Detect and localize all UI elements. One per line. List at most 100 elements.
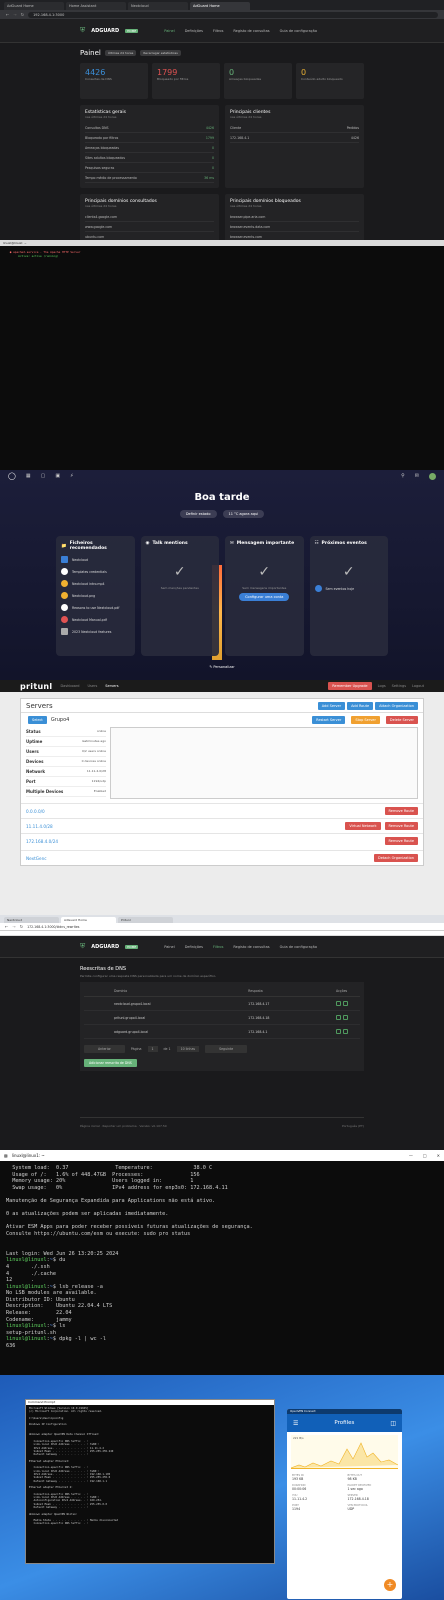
browser-tab[interactable]: Pritunl [118, 917, 173, 923]
empty-message: Sem mensagens importantes [242, 586, 287, 590]
terminal-line: Codename: jammy [6, 1316, 72, 1323]
import-icon[interactable]: ◫ [390, 1420, 396, 1427]
upgrade-button[interactable]: Remember Upgrade [328, 682, 372, 690]
nav-item-setup-guide[interactable]: Guia de configuração [280, 29, 317, 33]
restart-server-button[interactable]: Restart Server [312, 716, 346, 724]
table-row: nextcloud.grupo4.local 172.168.4.17 [84, 997, 360, 1011]
weather-chip[interactable]: 11 °C agora aqui [222, 510, 265, 518]
brand-logo: ADGUARD [91, 943, 120, 950]
add-server-button[interactable]: Add Server [317, 701, 346, 710]
server-name[interactable]: Grupo4 [51, 717, 70, 723]
reload-icon[interactable]: ↻ [21, 12, 24, 17]
nav-item-logs[interactable]: Logs [378, 684, 386, 688]
file-item[interactable]: Reasons to use Nextcloud.pdf [61, 604, 130, 611]
page-input[interactable]: 1 [147, 1046, 158, 1052]
nav-item-query-log[interactable]: Registo de consultas [233, 945, 269, 949]
file-item[interactable]: Nextcloud.png [61, 592, 130, 599]
edit-icon[interactable] [336, 1029, 341, 1034]
attach-organization-button[interactable]: Attach Organization [375, 701, 418, 710]
browser-tab-active[interactable]: AdGuard Home [61, 917, 116, 923]
nextcloud-logo-icon[interactable]: ◯ [8, 472, 16, 480]
activity-icon[interactable]: ⚡ [70, 473, 74, 479]
delete-icon[interactable] [343, 1029, 348, 1034]
remove-route-button[interactable]: Remove Route [384, 837, 418, 845]
period-select[interactable]: Últimas 24 horas [104, 50, 137, 56]
stop-server-button[interactable]: Stop Server [351, 716, 380, 724]
event-item[interactable]: Sem eventos hoje [314, 585, 384, 592]
server-output-log[interactable] [110, 727, 418, 799]
browser-tab-active[interactable]: AdGuard Home [190, 2, 250, 10]
delete-icon[interactable] [343, 1015, 348, 1020]
back-icon[interactable]: ← [6, 12, 9, 17]
file-item[interactable]: Templates credentials [61, 568, 130, 575]
maximize-icon[interactable]: □ [423, 1153, 427, 1158]
set-status-button[interactable]: Definir estado [179, 510, 217, 518]
browser-tab[interactable]: Nextcloud [128, 2, 188, 10]
minimize-icon[interactable]: — [409, 1153, 413, 1158]
add-dns-rewrite-button[interactable]: Adicionar reescrita de DNS [84, 1059, 137, 1067]
file-item[interactable]: Nextcloud intro.mp4 [61, 580, 130, 587]
add-profile-button[interactable]: + [384, 1579, 396, 1591]
nav-item-logout[interactable]: Logout [412, 684, 424, 688]
nav-item-settings[interactable]: Definições [185, 29, 203, 33]
terminal-line: linuxl@linuxl:~$ lsb_release -a [6, 1284, 438, 1291]
stat-value: online [96, 729, 106, 733]
browser-tab[interactable]: AdGuard Home [4, 2, 64, 10]
footer-link-home[interactable]: Página inicial [80, 1124, 100, 1128]
nav-item-settings[interactable]: Definições [185, 945, 203, 949]
address-bar[interactable]: 192.168.4.1:3000 [28, 11, 438, 18]
search-icon[interactable]: ⚲ [401, 473, 405, 479]
nav-item-users[interactable]: Users [87, 684, 97, 688]
forward-icon[interactable]: → [12, 924, 15, 929]
delete-icon[interactable] [343, 1001, 348, 1006]
nav-item-setup-guide[interactable]: Guia de configuração [280, 945, 317, 949]
configure-account-button[interactable]: Configurar uma conta [239, 593, 290, 601]
language-select[interactable]: Português (PT) [342, 1124, 364, 1128]
nav-item-filters[interactable]: Filtros [213, 29, 223, 33]
detach-organization-button[interactable]: Detach Organization [374, 854, 418, 862]
cmd-output[interactable]: Microsoft Windows [Version 10.0.19045] (… [26, 1405, 274, 1528]
files-icon[interactable]: ▢ [41, 473, 46, 479]
file-item[interactable]: Nextcloud Manual.pdf [61, 616, 130, 623]
nav-item-dashboard[interactable]: Dashboard [60, 684, 79, 688]
file-item[interactable]: 2023 Nextcloud features [61, 628, 130, 635]
edit-icon[interactable] [336, 1001, 341, 1006]
avatar[interactable] [429, 472, 436, 480]
terminal-output[interactable]: System load: 0.37 Temperature: 38.0 C Us… [0, 1161, 444, 1354]
back-icon[interactable]: ← [5, 924, 8, 929]
photos-icon[interactable]: ▣ [55, 473, 60, 479]
file-item[interactable]: Nextcloud [61, 556, 130, 563]
browser-tab[interactable]: Home Assistant [66, 2, 126, 10]
close-icon[interactable]: ✕ [437, 1153, 440, 1158]
reload-icon[interactable]: ↻ [20, 924, 23, 929]
column-header[interactable]: Domínio [84, 989, 228, 993]
nav-item-settings[interactable]: Settings [392, 684, 406, 688]
column-header[interactable]: Resposta [228, 989, 336, 993]
client-ip[interactable]: 172.168.4.1 [230, 136, 249, 140]
previous-page-button[interactable]: Anterior [84, 1045, 125, 1053]
dashboard-icon[interactable]: ▦ [26, 473, 31, 479]
select-server-button[interactable]: Select [28, 716, 47, 724]
edit-icon[interactable] [336, 1015, 341, 1020]
add-route-button[interactable]: Add Route [347, 701, 374, 710]
nav-item-query-log[interactable]: Registo de consultas [233, 29, 269, 33]
footer-link-report[interactable]: Reportar um problema [103, 1124, 137, 1128]
rows-per-page-select[interactable]: 10 linhas [176, 1046, 200, 1052]
notifications-icon[interactable]: ✉ [415, 473, 419, 479]
browser-tab[interactable]: Nextcloud [4, 917, 59, 923]
forward-icon[interactable]: → [13, 12, 16, 17]
nav-item-dashboard[interactable]: Painel [164, 29, 174, 33]
card-value: 1799 [157, 68, 178, 77]
address-bar[interactable]: 172.168.4.1:3000/#dns_rewrites [27, 925, 79, 929]
nav-item-dashboard[interactable]: Painel [164, 945, 174, 949]
nav-item-servers[interactable]: Servers [105, 684, 118, 688]
refresh-stats-button[interactable]: Recarregar estatísticas [140, 50, 181, 56]
remove-route-button[interactable]: Remove Route [384, 822, 418, 830]
virtual-network-button[interactable]: Virtual Network [345, 822, 381, 830]
nav-item-filters[interactable]: Filtros [213, 945, 223, 949]
pritunl-logo[interactable]: pritunl [20, 682, 52, 691]
remove-route-button[interactable]: Remove Route [384, 807, 418, 815]
next-page-button[interactable]: Seguinte [205, 1045, 248, 1053]
delete-server-button[interactable]: Delete Server [385, 716, 418, 724]
customize-button[interactable]: ✎ Personalizar [0, 665, 444, 669]
